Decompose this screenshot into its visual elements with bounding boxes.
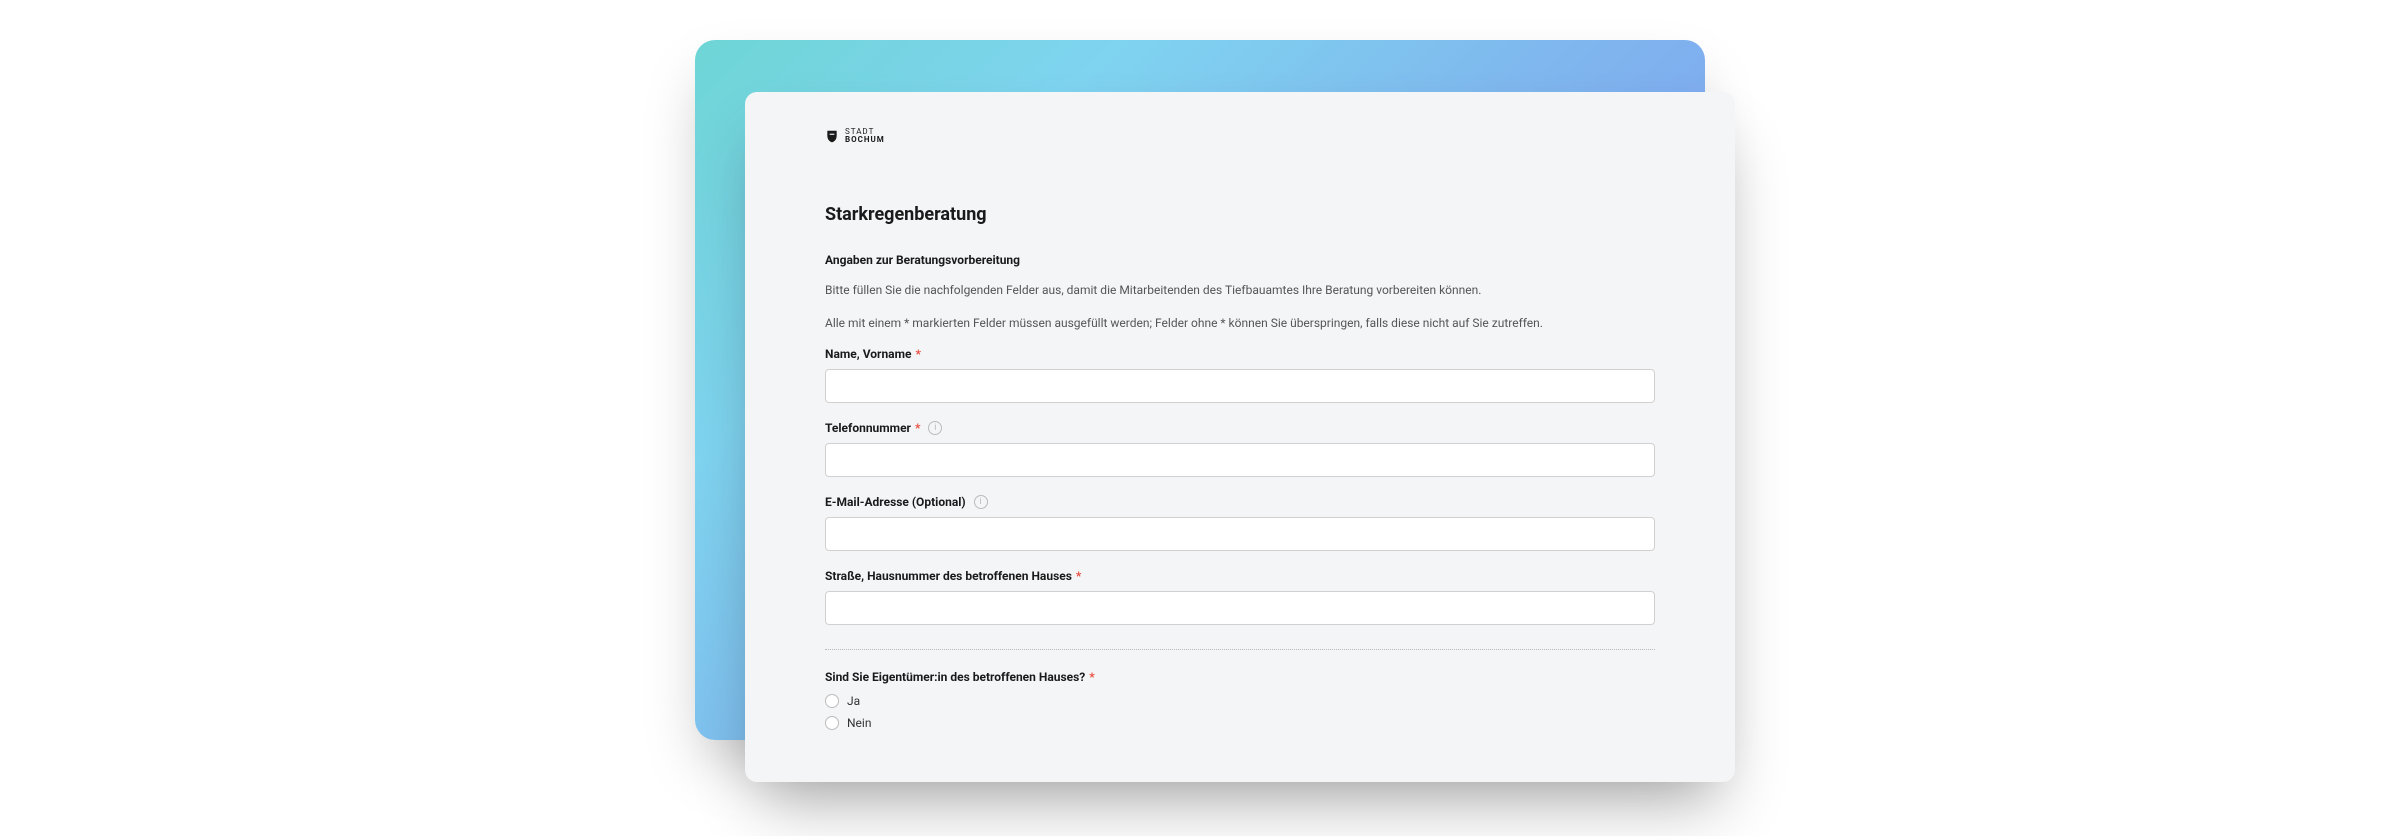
owner-option-yes[interactable]: Ja bbox=[825, 694, 1655, 708]
owner-radio-no[interactable] bbox=[825, 716, 839, 730]
owner-label: Sind Sie Eigentümer:in des betroffenen H… bbox=[825, 670, 1085, 684]
required-indicator: * bbox=[915, 347, 920, 361]
field-address-group: Straße, Hausnummer des betroffenen Hause… bbox=[825, 569, 1655, 625]
field-email-group: E-Mail-Adresse (Optional) i bbox=[825, 495, 1655, 551]
logo-line2: BOCHUM bbox=[845, 136, 885, 144]
description-1: Bitte füllen Sie die nachfolgenden Felde… bbox=[825, 281, 1655, 300]
owner-radio-no-label: Nein bbox=[847, 716, 871, 730]
owner-radio-yes[interactable] bbox=[825, 694, 839, 708]
required-indicator: * bbox=[1089, 670, 1094, 684]
form-title: Starkregenberatung bbox=[825, 204, 1655, 225]
email-label: E-Mail-Adresse (Optional) bbox=[825, 495, 966, 509]
city-crest-icon bbox=[825, 129, 839, 143]
address-label: Straße, Hausnummer des betroffenen Hause… bbox=[825, 569, 1072, 583]
owner-option-no[interactable]: Nein bbox=[825, 716, 1655, 730]
info-icon[interactable]: i bbox=[974, 495, 988, 509]
field-phone-group: Telefonnummer * i bbox=[825, 421, 1655, 477]
phone-input[interactable] bbox=[825, 443, 1655, 477]
address-input[interactable] bbox=[825, 591, 1655, 625]
required-indicator: * bbox=[915, 421, 920, 435]
email-input[interactable] bbox=[825, 517, 1655, 551]
required-indicator: * bbox=[1076, 569, 1081, 583]
section-divider bbox=[825, 649, 1655, 650]
section-title: Angaben zur Beratungsvorbereitung bbox=[825, 253, 1655, 267]
info-icon[interactable]: i bbox=[928, 421, 942, 435]
field-name-group: Name, Vorname * bbox=[825, 347, 1655, 403]
form-panel: STADT BOCHUM Starkregenberatung Angaben … bbox=[745, 92, 1735, 782]
owner-radio-yes-label: Ja bbox=[847, 694, 860, 708]
name-label: Name, Vorname bbox=[825, 347, 911, 361]
phone-label: Telefonnummer bbox=[825, 421, 911, 435]
description-2: Alle mit einem * markierten Felder müsse… bbox=[825, 314, 1655, 333]
logo: STADT BOCHUM bbox=[825, 128, 1655, 144]
field-owner-group: Sind Sie Eigentümer:in des betroffenen H… bbox=[825, 670, 1655, 730]
name-input[interactable] bbox=[825, 369, 1655, 403]
